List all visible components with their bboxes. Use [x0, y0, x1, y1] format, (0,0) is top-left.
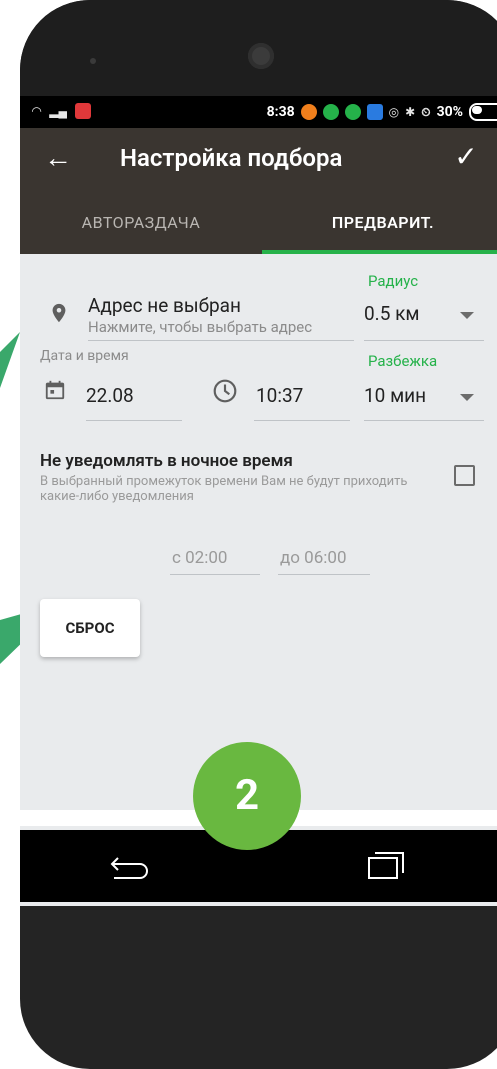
- alarm-icon: ⏲: [421, 104, 431, 119]
- night-to-underline: [278, 574, 370, 575]
- night-mode-description: В выбранный промежуток времени Вам не бу…: [40, 474, 408, 504]
- front-camera: [248, 43, 274, 69]
- play-icon: [366, 104, 383, 120]
- address-underline: [88, 340, 354, 341]
- sensor-dot: [90, 58, 96, 64]
- radius-underline: [364, 340, 484, 341]
- night-mode-checkbox[interactable]: [454, 465, 475, 486]
- notification-app-icon: [74, 103, 91, 119]
- calendar-icon: [45, 380, 65, 400]
- tab-autodistribution[interactable]: АВТОРАЗДАЧА: [20, 192, 262, 254]
- ok-app-icon: [300, 104, 317, 120]
- status-left: ◠ ▂▄: [32, 103, 91, 119]
- spread-underline: [364, 420, 484, 421]
- reset-button[interactable]: СБРОС: [40, 599, 140, 657]
- spread-select[interactable]: 10 мин: [364, 384, 426, 407]
- radius-label: Радиус: [368, 272, 419, 290]
- bluetooth-icon: ✱: [405, 105, 416, 119]
- spread-label: Разбежка: [368, 352, 438, 370]
- phone-top-bezel: [20, 0, 497, 96]
- nav-recent-apps-icon[interactable]: [365, 848, 409, 882]
- date-field[interactable]: 22.08: [86, 384, 134, 407]
- annotation-pointer-upper: [0, 332, 20, 388]
- app-icon-2: [344, 104, 361, 120]
- status-time: 8:38: [266, 104, 295, 120]
- tab-preliminary[interactable]: ПРЕДВАРИТ.: [262, 192, 497, 254]
- clock-icon: [213, 379, 237, 403]
- back-arrow-icon[interactable]: ←: [42, 142, 74, 174]
- night-to-field[interactable]: до 06:00: [280, 548, 347, 568]
- spread-dropdown-icon[interactable]: [460, 394, 474, 401]
- step-number-badge: 2: [193, 742, 301, 850]
- confirm-check-icon[interactable]: ✓: [449, 140, 483, 174]
- radius-select[interactable]: 0.5 км: [364, 302, 419, 325]
- night-from-field[interactable]: с 02:00: [172, 548, 227, 568]
- page-title: Настройка подбора: [120, 144, 343, 172]
- time-field[interactable]: 10:37: [256, 384, 303, 407]
- app-icon-1: [322, 104, 339, 120]
- address-value[interactable]: Адрес не выбран: [88, 294, 241, 317]
- night-mode-title: Не уведомлять в ночное время: [40, 451, 293, 471]
- datetime-label: Дата и время: [40, 348, 129, 364]
- signal-icon: ▂▄: [49, 104, 67, 118]
- nav-back-icon[interactable]: [108, 852, 152, 880]
- wifi-icon: ◠: [32, 104, 42, 118]
- location-icon: ◎: [388, 105, 400, 119]
- radius-dropdown-icon[interactable]: [460, 312, 474, 319]
- status-right: 8:38 ◎ ✱ ⏲ 30%: [267, 103, 497, 121]
- location-pin-icon: [52, 303, 66, 323]
- date-underline: [86, 420, 182, 421]
- night-from-underline: [170, 574, 260, 575]
- battery-percent: 30%: [436, 104, 463, 120]
- address-hint[interactable]: Нажмите, чтобы выбрать адрес: [88, 318, 312, 336]
- phone-frame: ◠ ▂▄ 8:38 ◎ ✱ ⏲ 30% ← Настройка подбора …: [20, 0, 497, 1069]
- battery-icon: [469, 103, 497, 121]
- app-bar: ← Настройка подбора ✓: [20, 128, 497, 192]
- time-underline: [254, 420, 350, 421]
- tab-bar: АВТОРАЗДАЧА ПРЕДВАРИТ.: [20, 192, 497, 254]
- status-bar: ◠ ▂▄ 8:38 ◎ ✱ ⏲ 30%: [20, 96, 497, 128]
